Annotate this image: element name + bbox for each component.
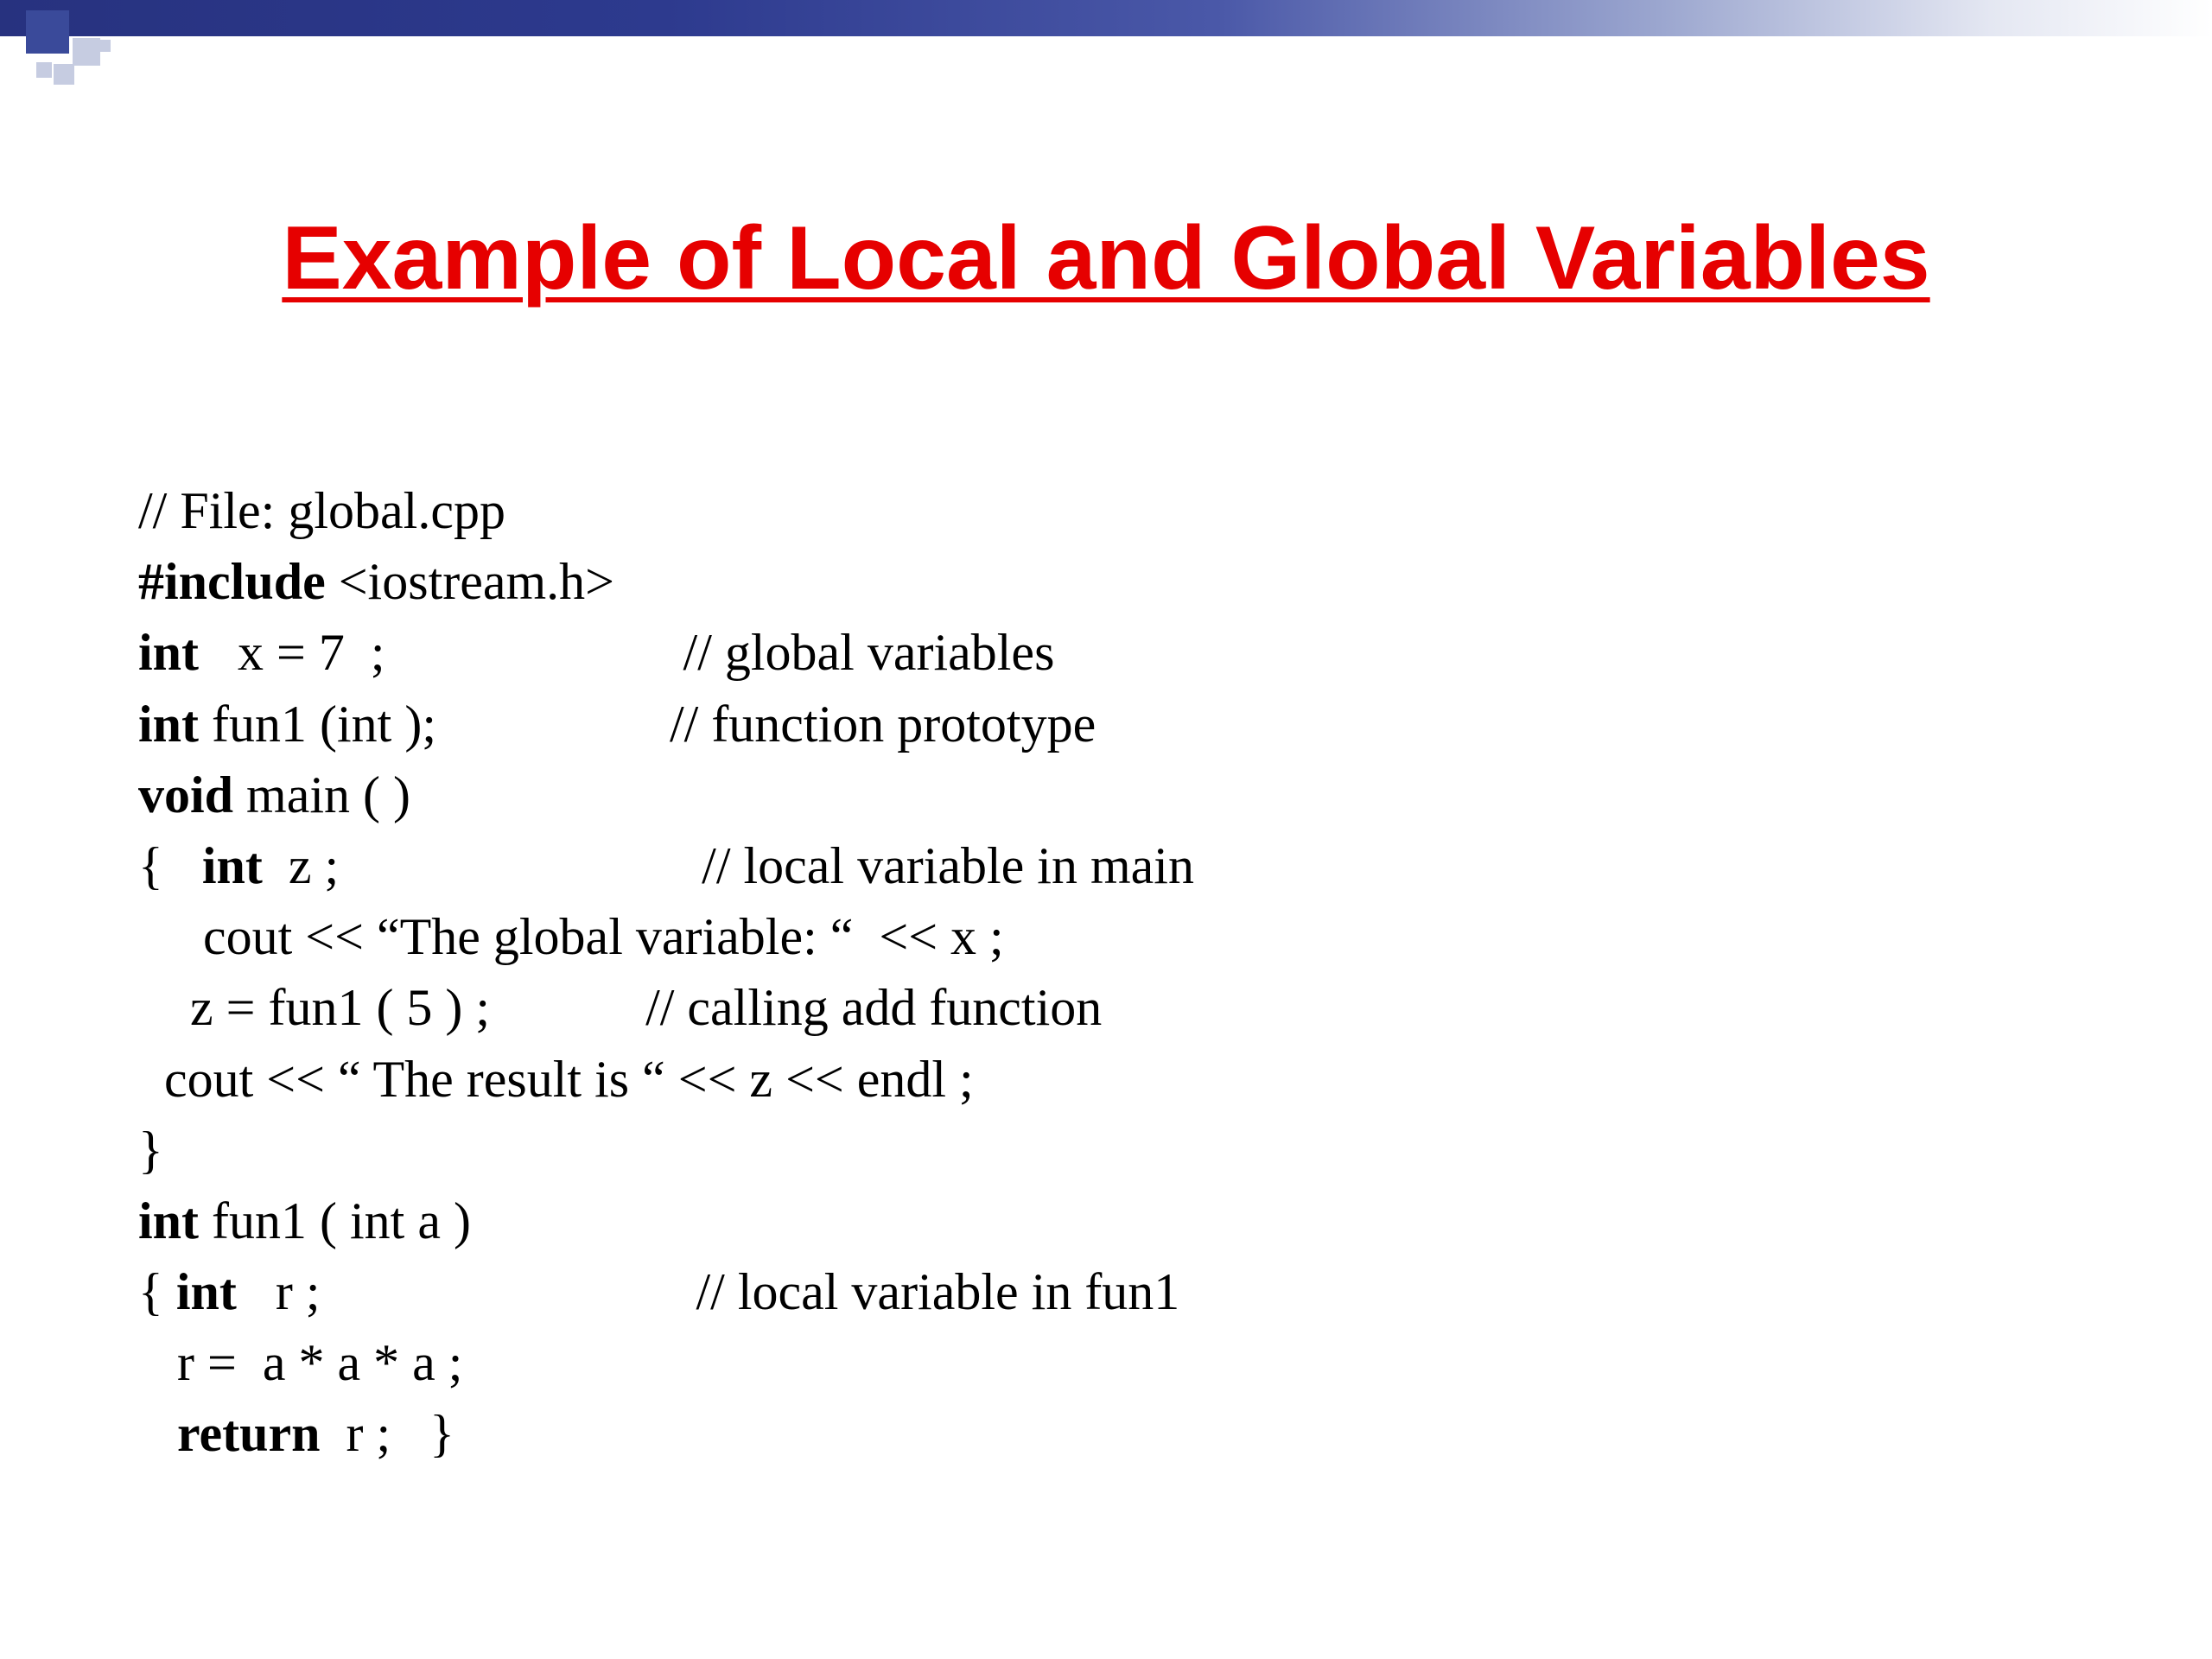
header-gradient-bar — [0, 0, 2212, 36]
code-line: void main ( ) — [138, 760, 2074, 830]
code-line: cout << “The global variable: “ << x ; — [138, 901, 2074, 972]
code-line: { int r ; // local variable in fun1 — [138, 1256, 2074, 1327]
code-line: { int z ; // local variable in main — [138, 830, 2074, 901]
code-line: // File: global.cpp — [138, 475, 2074, 546]
slide: Example of Local and Global Variables //… — [0, 0, 2212, 1659]
code-line: int x = 7 ; // global variables — [138, 617, 2074, 688]
code-line: z = fun1 ( 5 ) ; // calling add function — [138, 972, 2074, 1043]
code-line: #include <iostream.h> — [138, 546, 2074, 617]
code-line: int fun1 ( int a ) — [138, 1185, 2074, 1256]
code-line: r = a * a * a ; — [138, 1327, 2074, 1398]
code-block: // File: global.cpp #include <iostream.h… — [138, 475, 2074, 1470]
slide-title-container: Example of Local and Global Variables — [0, 207, 2212, 310]
code-line: int fun1 (int ); // function prototype — [138, 689, 2074, 760]
slide-title: Example of Local and Global Variables — [282, 207, 1929, 310]
code-line: return r ; } — [138, 1398, 2074, 1469]
code-line: cout << “ The result is “ << z << endl ; — [138, 1044, 2074, 1115]
code-line: } — [138, 1115, 2074, 1185]
decorative-corner-icon — [0, 0, 156, 112]
